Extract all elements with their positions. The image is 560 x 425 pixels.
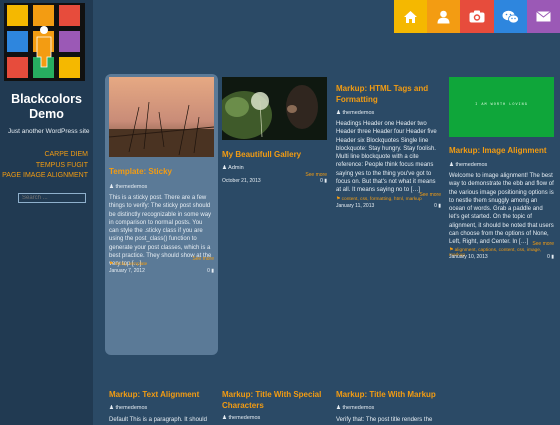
post-tags: ⚑ content, css, formatting, html, markup	[336, 197, 422, 202]
post-date: January 10, 2013	[449, 254, 488, 260]
see-more-link[interactable]: See more	[419, 192, 441, 198]
post-author: ♟ themedemos	[449, 162, 487, 168]
user-button[interactable]	[427, 0, 461, 33]
author-name[interactable]: themedemos	[115, 405, 147, 411]
post-date: January 7, 2012	[109, 268, 145, 274]
post-title-markup: Markup: Title With Markup ♟ themedemos V…	[336, 389, 446, 425]
comment-count[interactable]: 0 ▮	[434, 203, 441, 209]
post-date: January 11, 2013	[336, 203, 375, 209]
post-author: ♟ themedemos	[336, 110, 374, 116]
post-tags: ⚑ sticky, template	[109, 262, 147, 267]
post-excerpt: Headings Header one Header two Header th…	[336, 121, 437, 194]
figure-silhouette-icon	[36, 26, 52, 68]
author-name[interactable]: Admin	[228, 165, 244, 171]
nav-item-tempus-fugit[interactable]: TEMPUS FUGIT	[2, 161, 88, 172]
post-excerpt: Default This is a paragraph. It should	[109, 417, 207, 423]
post-date: October 21, 2013	[222, 178, 261, 184]
mail-icon	[536, 11, 551, 22]
camera-button[interactable]	[460, 0, 494, 33]
post-thumbnail[interactable]	[222, 77, 327, 140]
post-thumbnail[interactable]: I AM WORTH LOVING	[449, 77, 554, 137]
home-icon	[404, 10, 418, 23]
post-excerpt: Verify that: The post title renders the	[336, 417, 433, 423]
post-thumbnail[interactable]	[109, 77, 214, 157]
see-more-link[interactable]: See more	[192, 256, 214, 262]
post-author: ♟ themedemos	[222, 415, 260, 421]
comment-icon: ▮	[551, 254, 554, 260]
comment-count[interactable]: 0 ▮	[207, 268, 214, 274]
post-title[interactable]: Markup: Text Alignment	[109, 389, 214, 400]
author-name[interactable]: themedemos	[455, 162, 487, 168]
site-logo[interactable]	[4, 3, 85, 81]
social-bar	[394, 0, 560, 33]
tag-links[interactable]: sticky, template	[115, 262, 148, 267]
author-name[interactable]: themedemos	[228, 415, 260, 421]
post-author: ♟ Admin	[222, 165, 244, 171]
comment-icon: ▮	[324, 178, 327, 184]
author-name[interactable]: themedemos	[115, 184, 147, 190]
post-author: ♟ themedemos	[109, 184, 147, 190]
search-input[interactable]	[18, 193, 86, 203]
post-sticky: Template: Sticky ♟ themedemos This is a …	[109, 77, 214, 352]
post-title[interactable]: Template: Sticky	[109, 166, 214, 177]
post-title[interactable]: My Beautifull Gallery	[222, 149, 327, 160]
post-title[interactable]: Markup: Title With Special Characters	[222, 389, 330, 411]
sidebar: Blackcolors Demo Just another WordPress …	[0, 0, 93, 425]
wechat-button[interactable]	[493, 0, 527, 33]
tag-links[interactable]: content, css, formatting, html, markup	[342, 197, 422, 202]
comment-icon: ▮	[211, 268, 214, 274]
user-icon	[437, 10, 450, 23]
site-title[interactable]: Blackcolors Demo	[0, 92, 93, 122]
comment-count[interactable]: 0 ▮	[547, 254, 554, 260]
sidebar-nav: CARPE DIEM TEMPUS FUGIT PAGE IMAGE ALIGN…	[2, 150, 88, 182]
post-title[interactable]: Markup: Image Alignment	[449, 145, 554, 156]
post-title[interactable]: Markup: HTML Tags and Formatting	[336, 83, 441, 105]
site-description: Just another WordPress site	[8, 128, 90, 135]
camera-icon	[469, 10, 485, 23]
post-title[interactable]: Markup: Title With Markup	[336, 389, 446, 400]
post-image-alignment: I AM WORTH LOVING Markup: Image Alignmen…	[449, 77, 554, 267]
see-more-link[interactable]: See more	[532, 241, 554, 247]
nav-item-page-image-alignment[interactable]: PAGE IMAGE ALIGNMENT	[2, 171, 88, 182]
mail-button[interactable]	[526, 0, 560, 33]
author-name[interactable]: themedemos	[342, 110, 374, 116]
post-excerpt: Welcome to image alignment! The best way…	[449, 173, 554, 246]
author-name[interactable]: themedemos	[342, 405, 374, 411]
post-special-characters: Markup: Title With Special Characters ♟ …	[222, 389, 330, 425]
nav-item-carpe-diem[interactable]: CARPE DIEM	[2, 150, 88, 161]
wechat-icon	[502, 10, 519, 23]
thumbnail-caption: I AM WORTH LOVING	[475, 103, 528, 107]
comment-icon: ▮	[438, 203, 441, 209]
post-gallery: My Beautifull Gallery ♟ Admin See more O…	[222, 77, 327, 187]
post-html-tags: Markup: HTML Tags and Formatting ♟ theme…	[336, 83, 441, 213]
comment-count[interactable]: 0 ▮	[320, 178, 327, 184]
post-author: ♟ themedemos	[336, 405, 374, 411]
post-author: ♟ themedemos	[109, 405, 147, 411]
post-text-alignment: Markup: Text Alignment ♟ themedemos Defa…	[109, 389, 214, 425]
home-button[interactable]	[394, 0, 428, 33]
